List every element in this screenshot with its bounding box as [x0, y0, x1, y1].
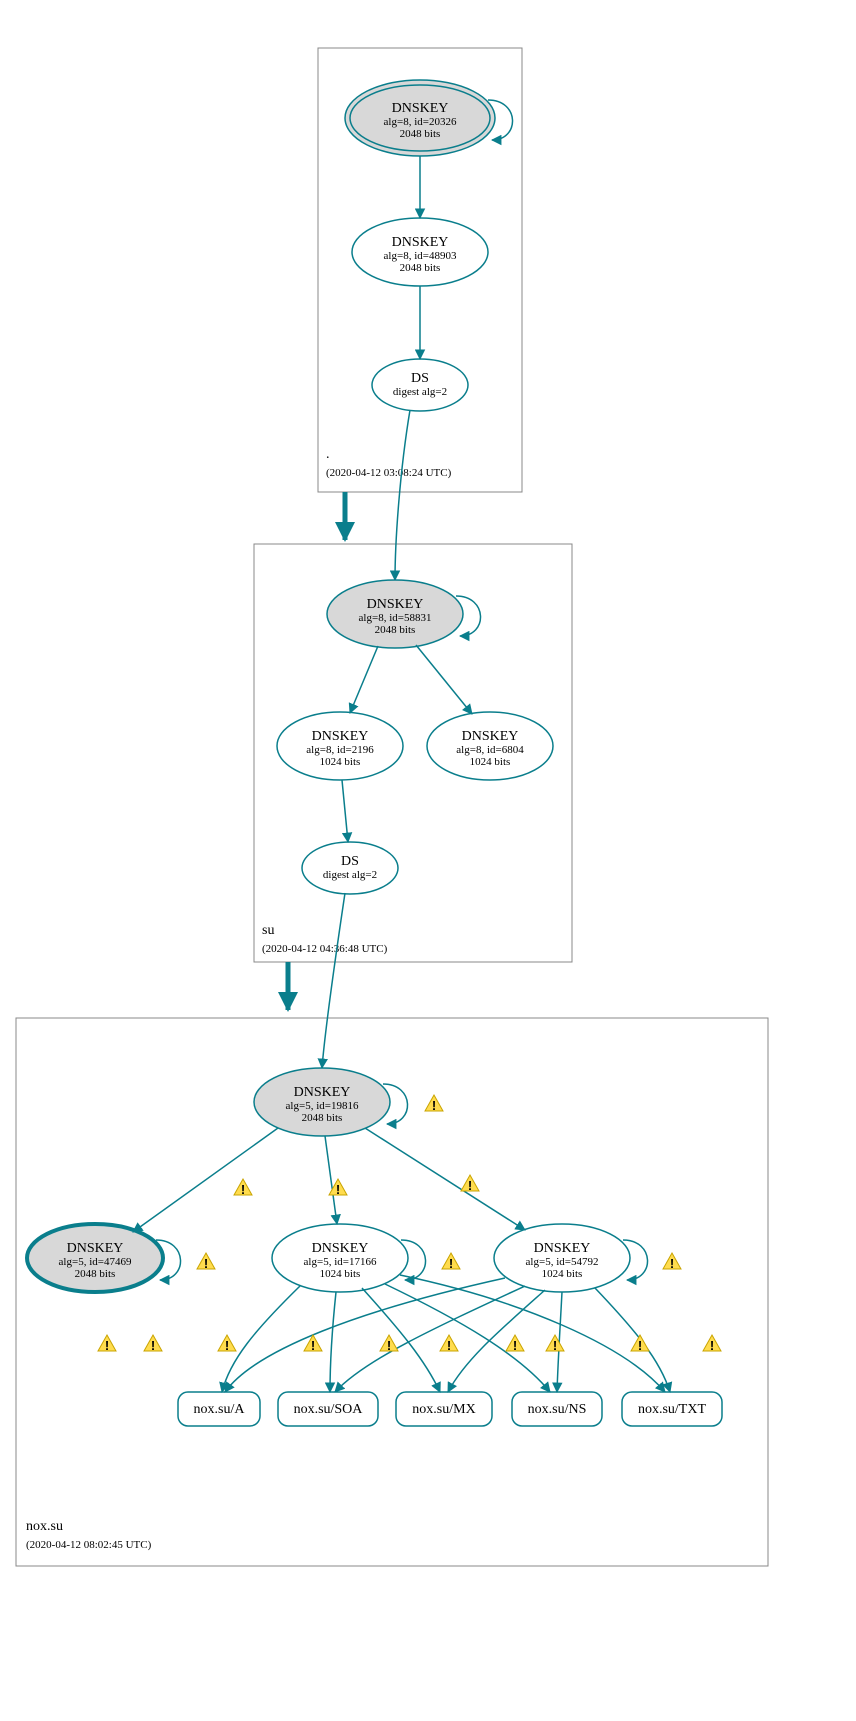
edge-54792-soa [335, 1286, 525, 1392]
node-nox-ksk-alg: alg=5, id=19816 [286, 1100, 359, 1112]
node-root-ksk-alg: alg=8, id=20326 [384, 116, 457, 128]
edge-54792-a [225, 1278, 505, 1392]
node-su-ksk-alg: alg=8, id=58831 [359, 612, 432, 624]
rrset-soa-label: nox.su/SOA [294, 1402, 364, 1417]
warning-icon [380, 1335, 398, 1353]
node-su-zsk2-bits: 1024 bits [470, 756, 511, 768]
rrset-ns[interactable]: nox.su/NS [512, 1392, 602, 1426]
node-nox-47469-bits: 2048 bits [75, 1268, 116, 1280]
edge-noxksk-54792 [365, 1128, 525, 1230]
zone-time-root: (2020-04-12 03:08:24 UTC) [326, 467, 452, 479]
node-su-ds[interactable]: DS digest alg=2 [302, 842, 398, 894]
rrset-mx-label: nox.su/MX [412, 1402, 475, 1417]
warning-icon [197, 1253, 215, 1271]
node-root-zsk-alg: alg=8, id=48903 [384, 250, 457, 262]
rrset-a[interactable]: nox.su/A [178, 1392, 260, 1426]
node-su-zsk2[interactable]: DNSKEY alg=8, id=6804 1024 bits [427, 712, 553, 780]
node-root-ksk-bits: 2048 bits [400, 128, 441, 140]
node-root-ds-title: DS [411, 371, 429, 386]
node-nox-47469-alg: alg=5, id=47469 [59, 1256, 132, 1268]
edge-rootds-suksk [395, 410, 410, 580]
node-nox-54792-alg: alg=5, id=54792 [526, 1256, 599, 1268]
node-nox-54792-bits: 1024 bits [542, 1268, 583, 1280]
warning-icon [461, 1175, 479, 1193]
edge-17166-soa [330, 1292, 336, 1392]
node-nox-17166[interactable]: DNSKEY alg=5, id=17166 1024 bits [272, 1224, 408, 1292]
zone-time-su: (2020-04-12 04:36:48 UTC) [262, 943, 388, 955]
warning-icon [506, 1335, 524, 1353]
node-root-ds[interactable]: DS digest alg=2 [372, 359, 468, 411]
zone-box-noxsu [16, 1018, 768, 1566]
warning-icon [440, 1335, 458, 1353]
rrset-soa[interactable]: nox.su/SOA [278, 1392, 378, 1426]
node-nox-47469-title: DNSKEY [67, 1241, 124, 1256]
edge-54792-mx [448, 1290, 545, 1392]
zone-label-noxsu: nox.su [26, 1519, 63, 1534]
node-root-ksk-title: DNSKEY [392, 101, 449, 116]
node-nox-47469[interactable]: DNSKEY alg=5, id=47469 2048 bits [27, 1224, 163, 1292]
edge-17166-a [222, 1286, 300, 1392]
node-nox-54792[interactable]: DNSKEY alg=5, id=54792 1024 bits [494, 1224, 630, 1292]
warning-icon [234, 1179, 252, 1197]
rrset-txt-label: nox.su/TXT [638, 1402, 707, 1417]
edge-noxksk-47469 [133, 1128, 278, 1232]
warning-icon [703, 1335, 721, 1353]
warning-icon [98, 1335, 116, 1353]
rrset-mx[interactable]: nox.su/MX [396, 1392, 492, 1426]
warning-icon [631, 1335, 649, 1353]
zone-label-su: su [262, 923, 274, 938]
warning-icon [663, 1253, 681, 1271]
node-root-zsk-title: DNSKEY [392, 235, 449, 250]
node-su-zsk1-alg: alg=8, id=2196 [306, 744, 374, 756]
node-su-zsk1[interactable]: DNSKEY alg=8, id=2196 1024 bits [277, 712, 403, 780]
node-su-zsk1-bits: 1024 bits [320, 756, 361, 768]
node-nox-ksk-title: DNSKEY [294, 1085, 351, 1100]
warning-icon [546, 1335, 564, 1353]
node-nox-17166-title: DNSKEY [312, 1241, 369, 1256]
node-nox-17166-alg: alg=5, id=17166 [304, 1256, 377, 1268]
dnssec-graph: ! . (2020-04-12 03:08:24 UTC) DNSKEY alg… [0, 0, 856, 1721]
node-su-ksk-title: DNSKEY [367, 597, 424, 612]
zone-label-root: . [326, 447, 330, 462]
rrset-ns-label: nox.su/NS [528, 1402, 587, 1417]
rrset-txt[interactable]: nox.su/TXT [622, 1392, 722, 1426]
node-nox-54792-title: DNSKEY [534, 1241, 591, 1256]
node-root-zsk-bits: 2048 bits [400, 262, 441, 274]
rrset-a-label: nox.su/A [194, 1402, 246, 1417]
node-su-ksk-bits: 2048 bits [375, 624, 416, 636]
edge-suksk-suzsk1 [350, 646, 378, 713]
warning-icon [442, 1253, 460, 1271]
edge-17166-ns [385, 1284, 550, 1392]
node-root-zsk[interactable]: DNSKEY alg=8, id=48903 2048 bits [352, 218, 488, 286]
warning-icon [425, 1095, 443, 1113]
node-root-ds-alg: digest alg=2 [393, 386, 447, 398]
warning-icon [144, 1335, 162, 1353]
node-su-ds-alg: digest alg=2 [323, 869, 377, 881]
node-su-zsk1-title: DNSKEY [312, 729, 369, 744]
node-su-ds-title: DS [341, 854, 359, 869]
node-su-zsk2-alg: alg=8, id=6804 [456, 744, 524, 756]
node-nox-17166-bits: 1024 bits [320, 1268, 361, 1280]
edge-54792-txt [595, 1288, 670, 1392]
node-nox-ksk[interactable]: DNSKEY alg=5, id=19816 2048 bits [254, 1068, 390, 1136]
edge-suzsk1-suds [342, 780, 348, 842]
edge-noxksk-17166 [325, 1136, 337, 1224]
zone-time-noxsu: (2020-04-12 08:02:45 UTC) [26, 1539, 152, 1551]
node-nox-ksk-bits: 2048 bits [302, 1112, 343, 1124]
edge-suksk-suzsk2 [416, 645, 472, 714]
node-root-ksk[interactable]: DNSKEY alg=8, id=20326 2048 bits [345, 80, 495, 156]
node-su-ksk[interactable]: DNSKEY alg=8, id=58831 2048 bits [327, 580, 463, 648]
node-su-zsk2-title: DNSKEY [462, 729, 519, 744]
warning-icon [218, 1335, 236, 1353]
edge-suds-noxksk [322, 893, 345, 1068]
